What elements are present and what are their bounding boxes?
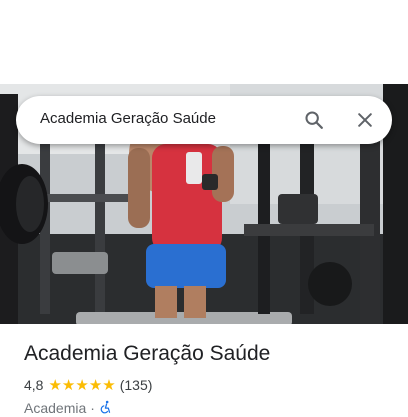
place-category: Academia xyxy=(24,400,87,416)
star-icon: ★ xyxy=(75,376,89,394)
close-icon[interactable] xyxy=(349,104,381,136)
star-icon: ★ xyxy=(48,376,62,394)
search-query-text[interactable]: Academia Geração Saúde xyxy=(40,110,216,127)
search-bar[interactable]: Academia Geração Saúde xyxy=(16,96,392,144)
place-info-panel: Academia Geração Saúde 4,8 ★ ★ ★ ★ ★ (13… xyxy=(24,340,394,417)
place-title: Academia Geração Saúde xyxy=(24,342,271,365)
rating-value: 4,8 xyxy=(24,377,44,393)
review-count[interactable]: (135) xyxy=(120,377,153,393)
separator-dot: · xyxy=(90,400,95,416)
accessibility-icon xyxy=(99,400,113,417)
search-icon[interactable] xyxy=(298,104,330,136)
rating-row[interactable]: 4,8 ★ ★ ★ ★ ★ (135) xyxy=(24,376,394,394)
top-blank-area xyxy=(0,0,408,84)
star-icon: ★ xyxy=(102,376,116,394)
category-row: Academia · xyxy=(24,399,394,417)
rating-stars: ★ ★ ★ ★ ★ xyxy=(48,378,115,393)
star-icon: ★ xyxy=(88,376,103,394)
star-icon: ★ xyxy=(61,376,76,394)
